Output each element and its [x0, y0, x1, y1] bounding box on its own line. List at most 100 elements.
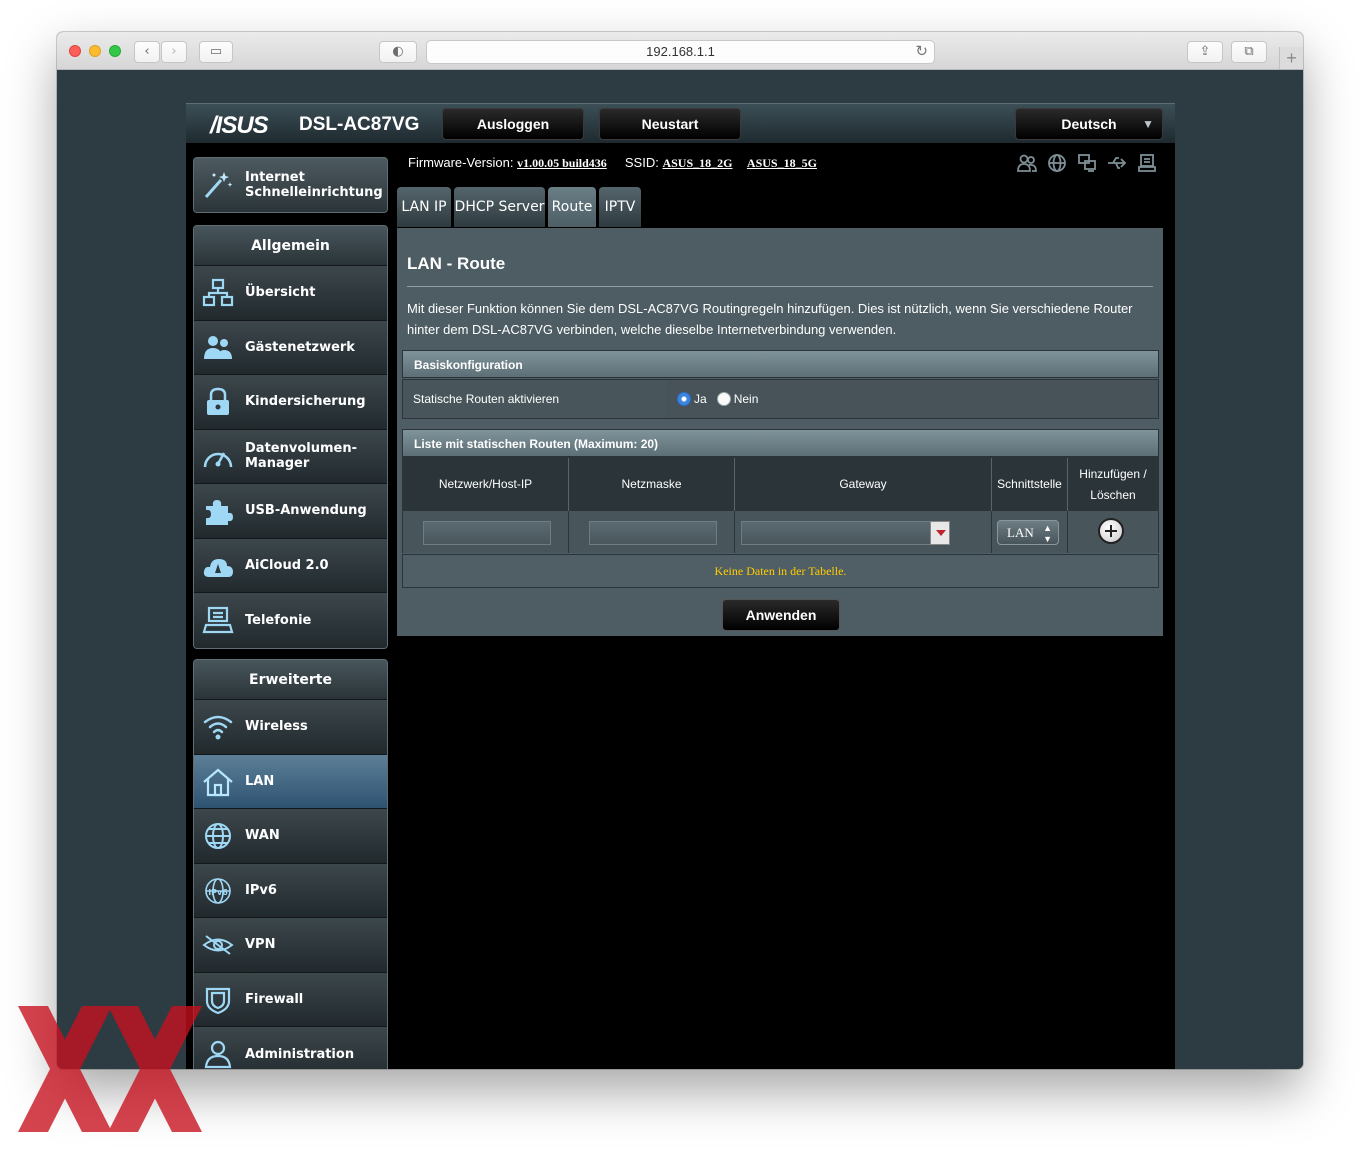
sidebar-item-usb-anwendung[interactable]: USB-Anwendung — [194, 484, 387, 539]
sidebar-item-label: Datenvolumen- Manager — [245, 441, 357, 472]
static-routes-row: Statische Routen aktivieren Ja Nein — [402, 379, 1159, 419]
quick-setup-button[interactable]: Internet Schnelleinrichtung — [194, 158, 387, 212]
sidebar-item-label: Gästenetzwerk — [245, 339, 355, 355]
gateway-dropdown-icon[interactable] — [930, 521, 950, 545]
cell-add — [1068, 511, 1158, 553]
usb-status-icon[interactable] — [1106, 153, 1128, 173]
model-name: DSL-AC87VG — [299, 114, 420, 135]
minimize-window-button[interactable] — [89, 45, 101, 57]
close-window-button[interactable] — [69, 45, 81, 57]
yes-label[interactable]: Ja — [694, 380, 707, 418]
ssid-2g-link[interactable]: ASUS_18_2G — [662, 156, 732, 170]
tab-lan-ip[interactable]: LAN IP — [397, 187, 451, 227]
logout-button[interactable]: Ausloggen — [442, 108, 584, 140]
sidebar-item-ipv6[interactable]: IPv6 IPv6 — [194, 863, 387, 918]
sidebar-item-label: Firewall — [245, 991, 304, 1007]
interface-select[interactable]: LAN ▲ ▼ — [997, 520, 1059, 545]
sidebar-item-vpn[interactable]: VPN — [194, 918, 387, 973]
page-description: Mit dieser Funktion können Sie dem DSL-A… — [407, 301, 1133, 337]
gateway-input[interactable] — [741, 521, 931, 545]
puzzle-icon — [206, 500, 233, 525]
language-value: Deutsch — [1061, 116, 1117, 132]
sidebar-item-label: Übersicht — [245, 285, 316, 301]
new-tab-button[interactable]: + — [1279, 47, 1303, 69]
apply-button[interactable]: Anwenden — [722, 599, 840, 631]
tabs-overview-icon[interactable]: ⧉ — [1231, 41, 1267, 63]
tab-dhcp-server[interactable]: DHCP Server — [454, 187, 545, 227]
globe-icon — [205, 823, 231, 849]
sidebar-item-wan[interactable]: WAN — [194, 809, 387, 864]
printer-status-icon[interactable] — [1136, 153, 1158, 173]
network-ip-input[interactable] — [423, 521, 551, 545]
internet-status-icon[interactable] — [1046, 153, 1068, 173]
page-content: /ISUS DSL-AC87VG Ausloggen Neustart Deut… — [57, 70, 1303, 1069]
static-routes-yes-radio[interactable] — [677, 392, 691, 406]
route-table: Netzwerk/Host-IP Netzmaske Gateway Schni… — [402, 457, 1159, 553]
quick-setup-label: Internet Schnelleinrichtung — [245, 170, 383, 200]
wireless-status-icon[interactable] — [1076, 153, 1098, 173]
forward-button[interactable]: › — [161, 41, 187, 63]
reload-icon[interactable]: ↻ — [915, 41, 928, 63]
address-bar[interactable]: 192.168.1.1 ↻ — [426, 40, 935, 64]
sidebar-advanced: Erweiterte Einstellungen Wireless LAN WA… — [193, 659, 388, 1069]
cloud-icon — [203, 558, 233, 577]
status-icons — [1016, 153, 1158, 173]
shield-icon — [205, 987, 231, 1014]
router-header: /ISUS DSL-AC87VG Ausloggen Neustart Deut… — [186, 103, 1175, 143]
sidebar-item-kindersicherung[interactable]: Kindersicherung — [194, 375, 387, 430]
clients-status-icon[interactable] — [1016, 153, 1038, 173]
tab-route[interactable]: Route — [548, 187, 596, 227]
sidebar-general: Allgemein Übersicht Gästenetzwerk Kinder… — [193, 225, 388, 649]
admin-user-icon — [204, 1040, 232, 1069]
sidebar-item-label: AiCloud 2.0 — [245, 557, 329, 573]
vpn-icon — [202, 935, 234, 955]
cell-interface: LAN ▲ ▼ — [992, 511, 1068, 553]
sidebar-item-label: Wireless — [245, 719, 308, 735]
language-select[interactable]: Deutsch ▼ — [1015, 108, 1163, 140]
tab-iptv[interactable]: IPTV — [599, 187, 641, 227]
sidebar-item-firewall[interactable]: Firewall — [194, 972, 387, 1027]
sidebar-item-label: Kindersicherung — [245, 394, 366, 410]
traffic-gauge-icon — [203, 451, 233, 467]
sidebar-item-administration[interactable]: Administration — [194, 1027, 387, 1069]
asus-logo: /ISUS — [210, 112, 269, 139]
cell-gateway — [735, 511, 992, 553]
sidebar-item-aicloud[interactable]: AiCloud 2.0 — [194, 538, 387, 593]
col-gateway: Gateway — [735, 458, 992, 511]
add-route-icon[interactable] — [1098, 518, 1124, 544]
static-routes-no-radio[interactable] — [716, 392, 731, 406]
sidebar-item-uebersicht[interactable]: Übersicht — [194, 266, 387, 321]
zoom-window-button[interactable] — [109, 45, 121, 57]
firmware-label: Firmware-Version: — [408, 155, 514, 170]
col-add-delete: Hinzufügen / Löschen — [1068, 458, 1158, 511]
sidebar-item-label: IPv6 — [245, 882, 277, 898]
sidebar-item-telefonie[interactable]: Telefonie — [194, 593, 387, 648]
sidebar-item-datenvolumen-manager[interactable]: Datenvolumen- Manager — [194, 429, 387, 484]
firmware-link[interactable]: v1.00.05 build436 — [517, 156, 607, 170]
back-button[interactable]: ‹ — [134, 41, 160, 63]
reboot-button[interactable]: Neustart — [599, 108, 741, 140]
cell-network-ip — [403, 511, 569, 553]
sidebar-item-label: LAN — [245, 773, 275, 789]
col-netmask: Netzmaske — [569, 458, 735, 511]
no-label[interactable]: Nein — [734, 380, 759, 418]
col-interface: Schnittstelle — [992, 458, 1068, 511]
network-map-icon — [202, 278, 234, 307]
netmask-input[interactable] — [589, 521, 717, 545]
cell-netmask — [569, 511, 735, 553]
sidebar-item-lan[interactable]: LAN — [194, 754, 387, 809]
reader-icon[interactable]: ◐ — [379, 41, 417, 63]
info-bar: Firmware-Version: v1.00.05 build436 SSID… — [408, 155, 817, 171]
url-text: 192.168.1.1 — [646, 44, 715, 59]
sidebar-toggle-button[interactable]: ▭ — [199, 41, 233, 63]
ssid-5g-link[interactable]: ASUS_18_5G — [747, 156, 817, 170]
sidebar-item-wireless[interactable]: Wireless — [194, 700, 387, 755]
wifi-icon — [203, 715, 233, 740]
guest-network-icon — [204, 335, 232, 359]
sidebar-item-gaestenetzwerk[interactable]: Gästenetzwerk — [194, 320, 387, 375]
up-down-arrows-icon: ▲ ▼ — [1043, 523, 1052, 544]
home-icon — [203, 768, 233, 796]
share-icon[interactable]: ⇪ — [1187, 41, 1223, 63]
sidebar-item-label: Administration — [245, 1046, 355, 1062]
basic-config-header: Basiskonfiguration — [402, 350, 1159, 378]
